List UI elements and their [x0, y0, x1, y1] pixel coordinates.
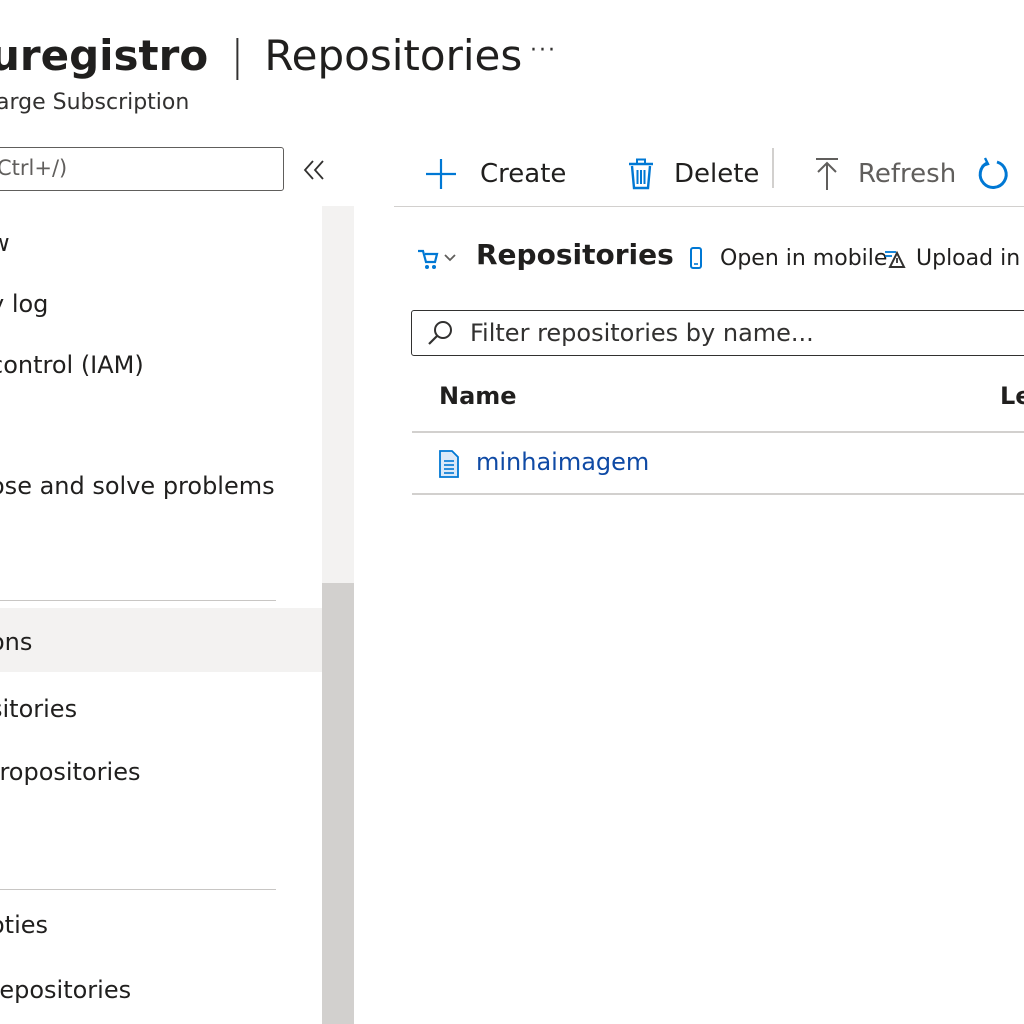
sidebar-item-access-control[interactable]: control (IAM) [0, 334, 144, 396]
arrow-up-icon [816, 158, 838, 190]
repository-link[interactable]: minhaimagem [476, 448, 649, 476]
cart-dropdown-icon[interactable] [416, 246, 458, 274]
sidebar-search-input[interactable]: Ctrl+/) [0, 147, 284, 191]
refresh-button[interactable] [976, 152, 1024, 196]
command-toolbar: Create Delete Refresh [394, 140, 1024, 207]
resource-name: uregistro [0, 31, 209, 80]
toolbar-divider [772, 148, 774, 188]
sidebar-item-label: w [0, 229, 10, 257]
page-title: uregistro | Repositories [0, 28, 522, 84]
sidebar-item-label: control (IAM) [0, 351, 144, 379]
refresh-label: Refresh [858, 159, 957, 189]
blade-title: Repositories [264, 31, 523, 80]
open-in-mobile-label: Open in mobile [720, 246, 888, 271]
title-separator: | [230, 31, 245, 80]
filter-box[interactable] [411, 310, 1024, 356]
sidebar-item-label: rropositories [0, 758, 141, 786]
sidebar-item-connected-repositories[interactable]: repositories [0, 959, 131, 1021]
sidebar-item-tokens[interactable]: oties [0, 894, 48, 956]
sidebar-scrollbar-thumb[interactable] [322, 583, 354, 1024]
upload-button[interactable]: Upload in p [884, 246, 1024, 271]
column-header-last-modified[interactable]: Le [1000, 382, 1024, 410]
sidebar-item-label: sitories [0, 695, 78, 723]
delete-button[interactable]: Delete [624, 152, 759, 196]
table-row[interactable]: minhaimagem [412, 432, 1024, 494]
sidebar-item-label: ons [0, 628, 33, 656]
refresh-up-button[interactable]: Refresh [810, 152, 956, 196]
upload-icon [885, 250, 906, 268]
subscription-subtitle: arge Subscription [0, 90, 190, 115]
table-row-divider [412, 493, 1024, 495]
sidebar-item-label: oties [0, 911, 49, 939]
portal-page: uregistro | Repositories ··· arge Subscrip… [0, 0, 1024, 1024]
trash-icon [629, 158, 653, 190]
sidebar-item-overview[interactable]: w [0, 212, 10, 274]
phone-icon [690, 246, 702, 269]
delete-label: Delete [674, 159, 760, 189]
create-button[interactable]: Create [424, 152, 566, 196]
column-header-name[interactable]: Name [439, 382, 517, 410]
open-in-mobile-button[interactable]: Open in mobile [686, 246, 887, 271]
sidebar-divider [0, 600, 276, 601]
sidebar-item-mirror-repositories[interactable]: rropositories [0, 741, 140, 803]
refresh-icon [978, 157, 1008, 189]
search-icon [428, 321, 452, 345]
upload-label: Upload in p [916, 246, 1024, 271]
collapse-sidebar-button[interactable] [302, 150, 326, 192]
sidebar-item-label: y log [0, 290, 49, 318]
sidebar-item-selected[interactable]: ons [0, 608, 322, 672]
sidebar-item-label: repositories [0, 976, 132, 1004]
sidebar-item-activity-log[interactable]: y log [0, 273, 48, 335]
sidebar-divider [0, 889, 276, 890]
filter-repositories-input[interactable] [468, 318, 1024, 348]
plus-icon [426, 159, 456, 189]
double-chevron-left-icon [303, 160, 324, 180]
create-label: Create [480, 159, 567, 189]
sidebar-item-diagnose[interactable]: ose and solve problems [0, 455, 275, 517]
content-heading: Repositories [476, 238, 674, 271]
sidebar-item-label: ose and solve problems [0, 472, 275, 500]
more-options-button[interactable]: ··· [530, 38, 557, 63]
sidebar-item-repositories[interactable]: sitories [0, 678, 77, 740]
search-placeholder: Ctrl+/) [0, 156, 68, 180]
document-icon [439, 450, 459, 478]
